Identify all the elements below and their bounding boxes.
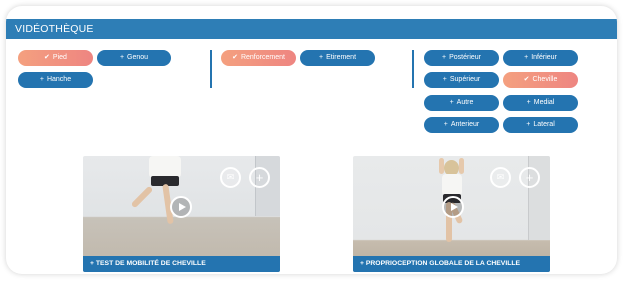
filter-label: Genou bbox=[127, 54, 149, 61]
add-icon[interactable]: + bbox=[519, 167, 540, 188]
filter-label: Etirement bbox=[326, 54, 357, 61]
filter-pied[interactable]: ✔ Pied bbox=[18, 50, 93, 66]
filter-label: Cheville bbox=[532, 76, 558, 83]
plus-icon: + bbox=[449, 99, 454, 106]
filter-label: Autre bbox=[456, 99, 474, 106]
filter-label: Supérieur bbox=[449, 76, 481, 83]
plus-icon: + bbox=[442, 54, 447, 61]
video-card[interactable]: ✉ + + TEST DE MOBILITÉ DE CHEVILLE bbox=[83, 156, 280, 272]
filter-group-divider bbox=[412, 50, 414, 88]
filter-genou[interactable]: + Genou bbox=[97, 50, 171, 66]
filter-autre[interactable]: + Autre bbox=[424, 95, 499, 111]
filter-label: Inférieur bbox=[531, 54, 557, 61]
play-icon[interactable] bbox=[170, 196, 192, 218]
filter-label: Lateral bbox=[533, 121, 555, 128]
filter-label: Medial bbox=[533, 99, 555, 106]
mail-icon[interactable]: ✉ bbox=[220, 167, 241, 188]
plus-icon: + bbox=[443, 121, 448, 128]
filter-label: Hanche bbox=[46, 76, 72, 83]
filter-label: Anterieur bbox=[450, 121, 480, 128]
person-figure bbox=[123, 156, 203, 236]
plus-icon: + bbox=[442, 76, 447, 83]
video-title[interactable]: + PROPRIOCEPTION GLOBALE DE LA CHEVILLE bbox=[353, 256, 550, 272]
plus-icon: + bbox=[119, 54, 125, 61]
check-icon: ✔ bbox=[232, 54, 238, 61]
plus-icon: + bbox=[526, 121, 531, 128]
filter-label: Renforcement bbox=[240, 54, 285, 61]
filter-lateral[interactable]: + Lateral bbox=[503, 117, 578, 133]
filter-inferieur[interactable]: + Inférieur bbox=[503, 50, 578, 66]
filter-posterieur[interactable]: + Postérieur bbox=[424, 50, 499, 66]
filter-medial[interactable]: + Medial bbox=[503, 95, 578, 111]
video-title[interactable]: + TEST DE MOBILITÉ DE CHEVILLE bbox=[83, 256, 280, 272]
filter-label: Postérieur bbox=[449, 54, 481, 61]
plus-icon: + bbox=[318, 54, 324, 61]
mail-icon[interactable]: ✉ bbox=[490, 167, 511, 188]
filter-group-divider bbox=[210, 50, 212, 88]
plus-icon: + bbox=[524, 54, 529, 61]
check-icon: ✔ bbox=[523, 76, 530, 83]
video-card[interactable]: ✉ + + PROPRIOCEPTION GLOBALE DE LA CHEVI… bbox=[353, 156, 550, 272]
add-icon[interactable]: + bbox=[249, 167, 270, 188]
filter-hanche[interactable]: + Hanche bbox=[18, 72, 93, 88]
filter-cheville[interactable]: ✔ Cheville bbox=[503, 72, 578, 88]
play-icon[interactable] bbox=[442, 196, 464, 218]
filter-anterieur[interactable]: + Anterieur bbox=[424, 117, 499, 133]
filter-renforcement[interactable]: ✔ Renforcement bbox=[221, 50, 296, 66]
filter-etirement[interactable]: + Etirement bbox=[300, 50, 375, 66]
check-icon: ✔ bbox=[44, 54, 50, 61]
filter-label: Pied bbox=[52, 54, 67, 61]
plus-icon: + bbox=[526, 99, 531, 106]
filter-superieur[interactable]: + Supérieur bbox=[424, 72, 499, 88]
section-title: VIDÉOTHÈQUE bbox=[6, 19, 617, 39]
plus-icon: + bbox=[39, 76, 44, 83]
videotheque-panel: VIDÉOTHÈQUE ✔ Pied + Genou + Hanche ✔ Re… bbox=[6, 6, 617, 274]
